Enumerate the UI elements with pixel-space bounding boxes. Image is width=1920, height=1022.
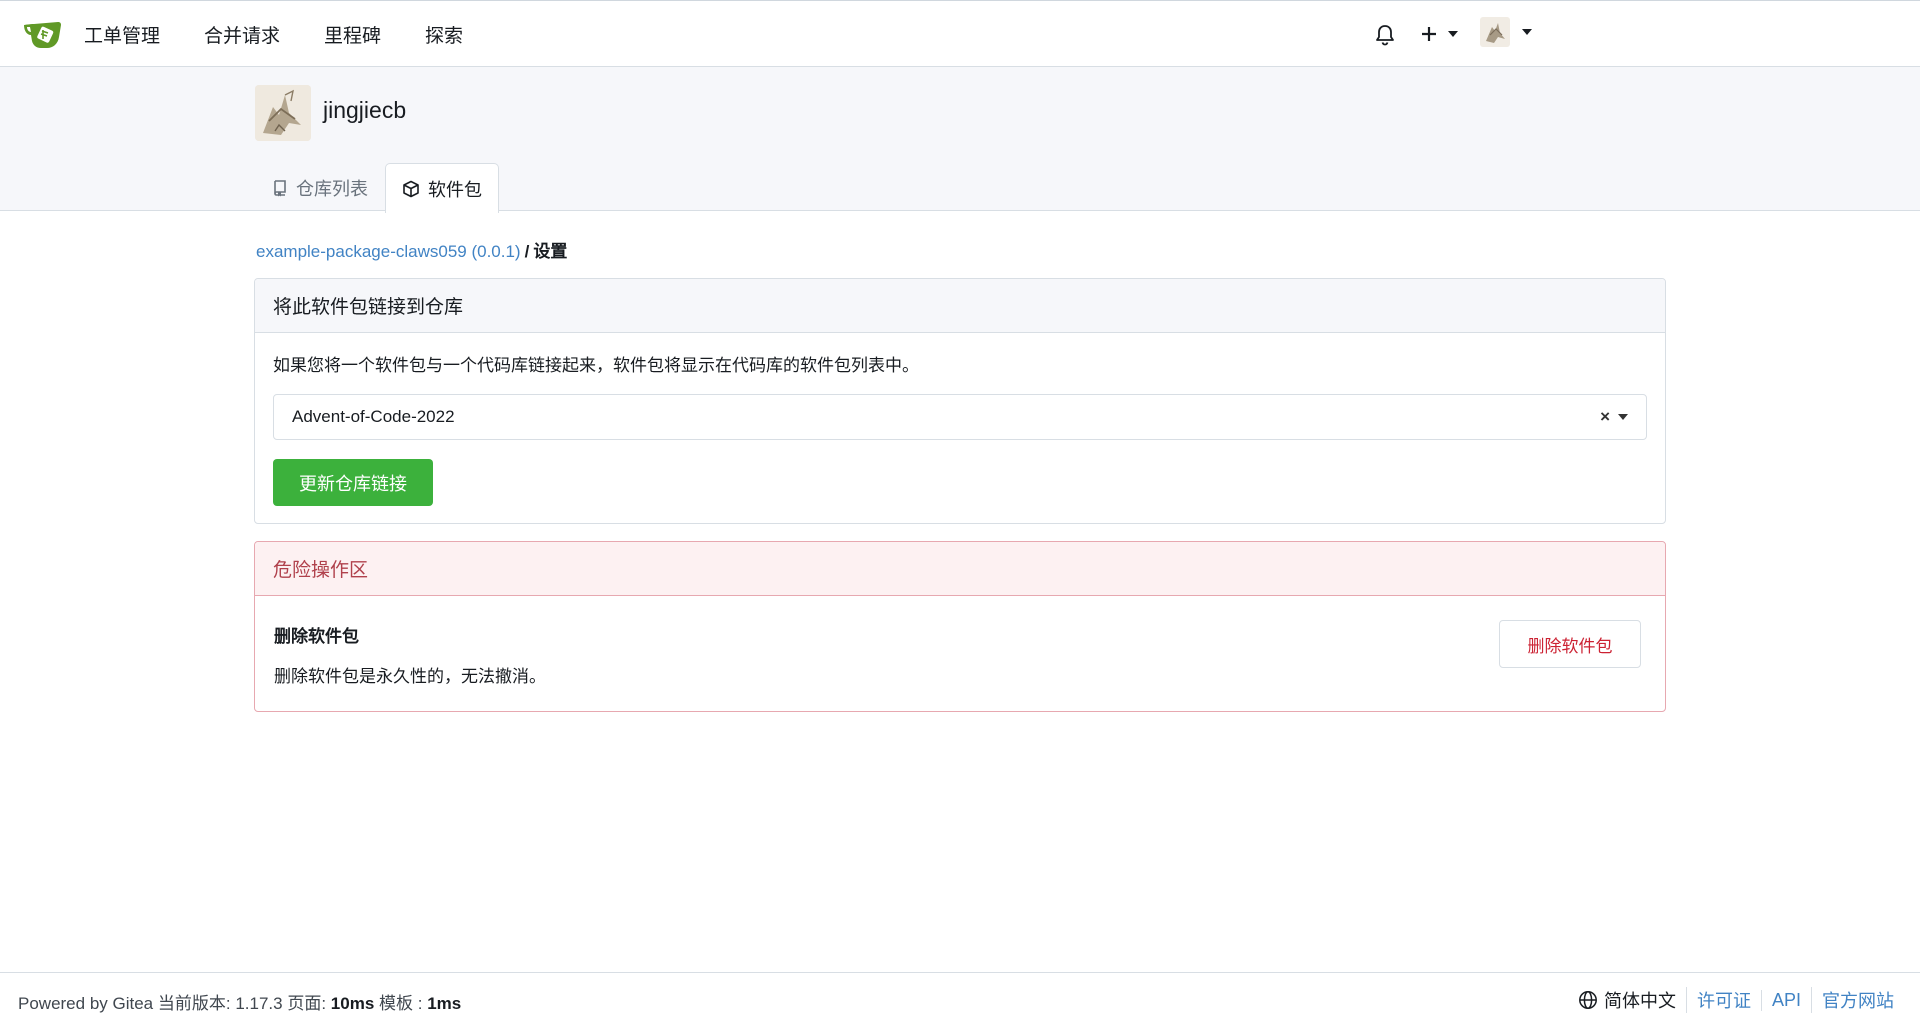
breadcrumb: example-package-claws059 (0.0.1) / 设置: [256, 237, 567, 262]
footer-info: Powered by Gitea 当前版本: 1.17.3 页面: 10ms 模…: [18, 989, 461, 1014]
breadcrumb-package-link[interactable]: example-package-claws059 (0.0.1): [256, 242, 521, 261]
delete-package-description: 删除软件包是永久性的，无法撤消。: [274, 667, 546, 686]
link-repository-section: 将此软件包链接到仓库 如果您将一个软件包与一个代码库链接起来，软件包将显示在代码…: [254, 278, 1666, 524]
footer-page-label: 页面:: [287, 994, 327, 1013]
nav-explore[interactable]: 探索: [425, 21, 463, 48]
update-repository-link-button[interactable]: 更新仓库链接: [273, 459, 433, 506]
breadcrumb-current: 设置: [533, 242, 568, 261]
link-section-title: 将此软件包链接到仓库: [255, 279, 1665, 333]
breadcrumb-separator: /: [524, 242, 530, 261]
plus-icon: [1422, 27, 1436, 41]
gitea-logo-icon[interactable]: [22, 17, 64, 51]
repository-select[interactable]: Advent-of-Code-2022 ×: [273, 394, 1647, 440]
footer-page-time: 10ms: [330, 994, 375, 1013]
profile-username: jingjiecb: [323, 97, 407, 123]
footer-api-link[interactable]: API: [1760, 989, 1811, 1011]
footer-template-label: 模板 :: [379, 994, 423, 1013]
footer-license-link[interactable]: 许可证: [1685, 987, 1761, 1013]
package-icon: [403, 180, 419, 197]
language-label: 简体中文: [1603, 991, 1676, 1011]
profile-tabs: 仓库列表 软件包: [255, 162, 499, 213]
tab-packages[interactable]: 软件包: [385, 163, 499, 213]
selected-repository: Advent-of-Code-2022: [292, 407, 455, 426]
danger-zone-title: 危险操作区: [255, 542, 1665, 596]
notification-bell-icon[interactable]: [1374, 23, 1396, 47]
language-selector[interactable]: 简体中文: [1578, 987, 1686, 1013]
page-footer: Powered by Gitea 当前版本: 1.17.3 页面: 10ms 模…: [0, 972, 1920, 1022]
repo-icon: [274, 180, 286, 197]
tab-repositories-label: 仓库列表: [296, 179, 368, 199]
user-avatar: [255, 85, 311, 141]
footer-links: 简体中文 许可证 API 官方网站: [1578, 987, 1904, 1013]
link-section-description: 如果您将一个软件包与一个代码库链接起来，软件包将显示在代码库的软件包列表中。: [273, 356, 919, 375]
clear-selection-icon[interactable]: ×: [1600, 407, 1610, 427]
profile-header: jingjiecb 仓库列表 软件包: [0, 67, 1920, 213]
chevron-down-icon: [1522, 29, 1532, 35]
avatar: [1480, 17, 1510, 47]
footer-website-link[interactable]: 官方网站: [1811, 987, 1904, 1013]
main-nav: 工单管理 合并请求 里程碑 探索: [84, 1, 507, 67]
chevron-down-icon: [1618, 414, 1628, 420]
user-avatar-dropdown[interactable]: [1480, 17, 1532, 47]
chevron-down-icon: [1448, 31, 1458, 37]
nav-pull-requests[interactable]: 合并请求: [204, 21, 280, 48]
nav-issues[interactable]: 工单管理: [84, 21, 160, 48]
footer-version: 当前版本: 1.17.3: [157, 994, 283, 1013]
nav-milestones[interactable]: 里程碑: [324, 21, 381, 48]
footer-template-time: 1ms: [427, 994, 462, 1013]
create-new-dropdown[interactable]: [1420, 25, 1458, 43]
delete-package-title: 删除软件包: [274, 627, 359, 646]
danger-zone-section: 危险操作区 删除软件包 删除软件包是永久性的，无法撤消。 删除软件包: [254, 541, 1666, 712]
globe-icon: [1579, 991, 1597, 1009]
tab-repositories[interactable]: 仓库列表: [255, 163, 385, 212]
footer-powered-by[interactable]: Powered by Gitea: [18, 994, 153, 1013]
top-navbar: 工单管理 合并请求 里程碑 探索: [0, 0, 1920, 67]
tab-packages-label: 软件包: [428, 179, 482, 200]
delete-package-button[interactable]: 删除软件包: [1499, 620, 1641, 668]
